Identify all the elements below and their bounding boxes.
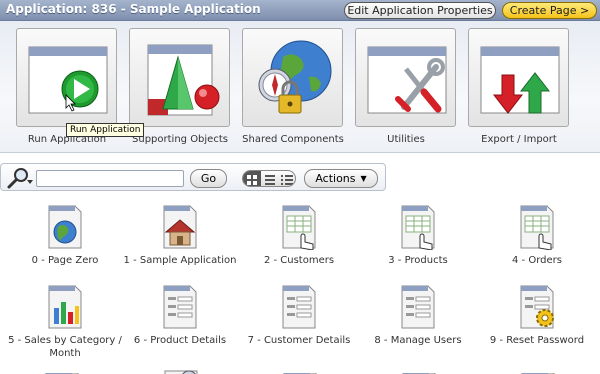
- search-icon[interactable]: [5, 166, 33, 190]
- view-toggle: [242, 170, 296, 187]
- details-view-icon[interactable]: [281, 175, 293, 185]
- actions-menu-button[interactable]: Actions ▼: [304, 169, 378, 188]
- search-toolbar: Go Actions ▼: [0, 163, 386, 191]
- page-item-partial[interactable]: [280, 366, 320, 374]
- utilities-tile[interactable]: [355, 28, 456, 127]
- page-item-partial[interactable]: [518, 366, 558, 374]
- page-label-3[interactable]: 3 - Products: [359, 254, 477, 267]
- shared-components-label[interactable]: Shared Components: [230, 134, 356, 145]
- shared-components-tile[interactable]: [242, 28, 343, 127]
- report-page-icon: [282, 205, 316, 250]
- page-label-5[interactable]: 5 - Sales by Category / Month: [6, 334, 124, 360]
- page-label-1[interactable]: 1 - Sample Application: [121, 254, 239, 267]
- home-page-icon: [163, 205, 197, 249]
- page-label-6[interactable]: 6 - Product Details: [121, 334, 239, 347]
- utilities-label[interactable]: Utilities: [343, 134, 469, 145]
- form-page-icon: [401, 285, 435, 329]
- run-play-icon: [28, 46, 108, 114]
- go-button[interactable]: Go: [190, 169, 227, 188]
- form-page-icon: [163, 285, 197, 329]
- app-title: Application: 836 - Sample Application: [6, 2, 261, 16]
- page-item-partial[interactable]: [161, 364, 201, 374]
- chevron-down-icon: ▼: [360, 174, 367, 183]
- page-label-8[interactable]: 8 - Manage Users: [359, 334, 477, 347]
- shapes-icon: [147, 44, 220, 116]
- page-item-6[interactable]: 6 - Product Details: [121, 284, 239, 347]
- page-item-partial[interactable]: [42, 366, 82, 374]
- page-label-0[interactable]: 0 - Page Zero: [6, 254, 124, 267]
- supporting-objects-tile[interactable]: [129, 28, 230, 127]
- page-item-5[interactable]: 5 - Sales by Category / Month: [6, 284, 124, 360]
- export-import-label[interactable]: Export / Import: [456, 134, 582, 145]
- page-label-4[interactable]: 4 - Orders: [478, 254, 596, 267]
- page-item-9[interactable]: 9 - Reset Password: [478, 284, 596, 347]
- page-item-0[interactable]: 0 - Page Zero: [6, 204, 124, 267]
- page-item-1[interactable]: 1 - Sample Application: [121, 204, 239, 267]
- globe-compass-lock-icon: [258, 40, 332, 114]
- page-item-8[interactable]: 8 - Manage Users: [359, 284, 477, 347]
- page-label-7[interactable]: 7 - Customer Details: [240, 334, 358, 347]
- compass-page-icon: [164, 370, 198, 374]
- search-input[interactable]: [36, 170, 184, 187]
- page-item-7[interactable]: 7 - Customer Details: [240, 284, 358, 347]
- report-page-icon: [520, 205, 554, 250]
- globe-page-icon: [48, 205, 82, 249]
- gear-page-icon: [520, 285, 554, 329]
- run-application-tooltip: Run Application: [66, 123, 145, 137]
- icons-view-icon[interactable]: [243, 171, 261, 187]
- edit-application-properties-button[interactable]: Edit Application Properties: [344, 2, 496, 19]
- form-page-icon: [282, 285, 316, 329]
- export-import-arrows-icon: [480, 46, 560, 114]
- actions-label: Actions: [315, 172, 356, 185]
- page-item-partial[interactable]: [399, 366, 439, 374]
- page-item-4[interactable]: 4 - Orders: [478, 204, 596, 267]
- page-item-2[interactable]: 2 - Customers: [240, 204, 358, 267]
- export-import-tile[interactable]: [468, 28, 569, 127]
- run-application-tile[interactable]: [16, 28, 117, 127]
- application-tools-band: Run Application Supporting Objects Share…: [0, 21, 600, 153]
- application-header: Application: 836 - Sample Application Ed…: [0, 0, 600, 21]
- create-page-button[interactable]: Create Page >: [502, 2, 597, 19]
- view-mode-icons: [243, 171, 293, 187]
- report-page-icon: [401, 205, 435, 250]
- report-view-icon[interactable]: [265, 175, 275, 185]
- page-label-2[interactable]: 2 - Customers: [240, 254, 358, 267]
- tools-icon: [367, 46, 447, 114]
- chart-page-icon: [48, 285, 82, 329]
- page-label-9[interactable]: 9 - Reset Password: [478, 334, 596, 347]
- page-item-3[interactable]: 3 - Products: [359, 204, 477, 267]
